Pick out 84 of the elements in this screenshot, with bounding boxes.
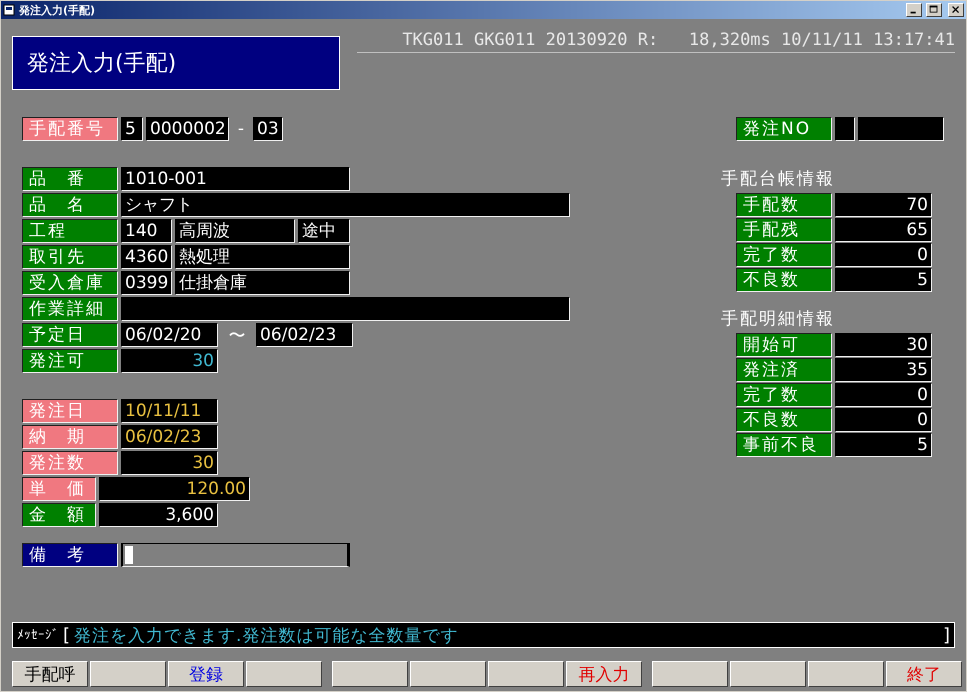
field-label: 発注日 — [22, 399, 118, 423]
bracket-close: ] — [942, 624, 950, 646]
input-field[interactable]: 5 — [121, 117, 143, 141]
input-field[interactable]: 3,600 — [99, 503, 218, 527]
field-label: 手配番号 — [22, 117, 118, 141]
field-label: 予定日 — [22, 323, 118, 347]
field-label: 手配残 — [736, 218, 832, 242]
field-label: 品 名 — [22, 193, 118, 217]
maximize-icon[interactable] — [926, 3, 942, 17]
field-label: 手配数 — [736, 193, 832, 217]
field-label: 単 価 — [22, 477, 96, 501]
value-display: 5 — [835, 433, 932, 457]
section-title: 手配明細情報 — [721, 308, 836, 330]
field-label: 工程 — [22, 219, 118, 243]
input-field[interactable]: 140 — [121, 219, 172, 243]
input-field[interactable]: 06/02/23 — [256, 323, 353, 347]
blank-function-key[interactable] — [730, 661, 806, 687]
value-display: 30 — [835, 333, 932, 357]
input-field[interactable]: 30 — [121, 451, 218, 475]
blank-function-key[interactable] — [332, 661, 408, 687]
field-label: 取引先 — [22, 245, 118, 269]
value-display: 0 — [835, 243, 932, 267]
value-display: 65 — [835, 218, 932, 242]
message-text: 発注を入力できます.発注数は可能な全数量です — [74, 624, 460, 646]
blank-function-key[interactable] — [246, 661, 322, 687]
status-line: TKG011 GKG011 20130920 R: 18,320ms 10/11/11 13:17:41 — [357, 28, 955, 53]
field-label: 事前不良 — [736, 433, 832, 457]
field-label: 作業詳細 — [22, 297, 118, 321]
field-label: 不良数 — [736, 268, 832, 292]
field-label: 納 期 — [22, 425, 118, 449]
input-field[interactable] — [121, 297, 570, 321]
value-display: 5 — [835, 268, 932, 292]
input-field[interactable]: 03 — [253, 117, 283, 141]
input-field[interactable]: シャフト — [121, 193, 570, 217]
field-label: 品 番 — [22, 167, 118, 191]
input-field[interactable]: 0399 — [121, 271, 172, 295]
field-label: 発注数 — [22, 451, 118, 475]
app-icon — [3, 4, 15, 16]
screen-title: 発注入力(手配) — [12, 36, 340, 90]
input-field[interactable]: 途中 — [298, 219, 350, 243]
range-separator: 〜 — [228, 324, 246, 346]
input-field[interactable]: 熱処理 — [175, 245, 350, 269]
field-label: 完了数 — [736, 243, 832, 267]
input-field[interactable]: 06/02/20 — [121, 323, 218, 347]
window-title: 発注入力(手配) — [19, 2, 96, 18]
blank-function-key[interactable] — [90, 661, 166, 687]
input-field[interactable] — [858, 117, 944, 141]
message-label: ﾒｯｾｰｼﾞ — [17, 628, 59, 642]
blank-function-key[interactable] — [488, 661, 564, 687]
minimize-icon[interactable] — [906, 3, 922, 17]
field-label: 金 額 — [22, 503, 96, 527]
input-field[interactable]: 06/02/23 — [121, 425, 218, 449]
value-display: 70 — [835, 193, 932, 217]
input-field[interactable] — [835, 117, 855, 141]
input-field[interactable]: 高周波 — [175, 219, 295, 243]
input-field[interactable]: 30 — [121, 349, 218, 373]
close-icon[interactable] — [948, 3, 964, 17]
remarks-field[interactable] — [121, 543, 350, 567]
input-field[interactable]: 4360 — [121, 245, 172, 269]
value-display: 0 — [835, 383, 932, 407]
function-key[interactable]: 登録 — [168, 661, 244, 687]
input-field[interactable]: 0000002 — [146, 117, 229, 141]
field-label: 備 考 — [22, 543, 118, 567]
field-label: 発注可 — [22, 349, 118, 373]
field-label: 開始可 — [736, 333, 832, 357]
blank-function-key[interactable] — [652, 661, 728, 687]
blank-function-key[interactable] — [410, 661, 486, 687]
field-label: 完了数 — [736, 383, 832, 407]
dash-separator: - — [236, 119, 246, 139]
field-label: 発注済 — [736, 358, 832, 382]
value-display: 35 — [835, 358, 932, 382]
field-label: 発注NO — [736, 117, 832, 141]
function-key[interactable]: 手配呼 — [12, 661, 88, 687]
field-label: 受入倉庫 — [22, 271, 118, 295]
text-cursor — [125, 546, 133, 564]
input-field[interactable]: 1010-001 — [121, 167, 350, 191]
field-label: 不良数 — [736, 408, 832, 432]
value-display: 0 — [835, 408, 932, 432]
input-field[interactable]: 10/11/11 — [121, 399, 218, 423]
bracket-open: [ — [63, 624, 70, 646]
input-field[interactable]: 120.00 — [99, 477, 250, 501]
blank-function-key[interactable] — [808, 661, 884, 687]
input-field[interactable]: 仕掛倉庫 — [175, 271, 350, 295]
section-title: 手配台帳情報 — [721, 168, 836, 190]
